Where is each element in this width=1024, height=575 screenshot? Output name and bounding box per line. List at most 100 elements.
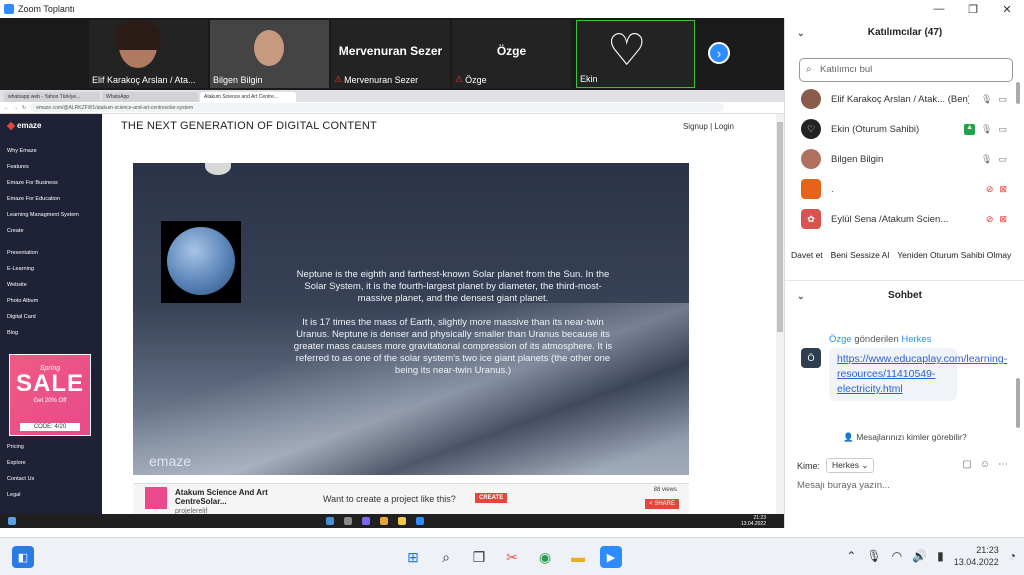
who-can-see-link[interactable]: 👤 Mesajlarınızı kimler görebilir? bbox=[785, 432, 1024, 443]
scrollbar-thumb[interactable] bbox=[777, 122, 783, 332]
nav-item[interactable]: Website bbox=[7, 282, 27, 288]
file-explorer-icon[interactable]: ▬ bbox=[567, 546, 589, 568]
video-tile[interactable]: Elif Karakoç Arslan / Ata... bbox=[89, 20, 208, 88]
file-icon[interactable]: ▢ bbox=[962, 459, 971, 470]
widgets-icon bbox=[8, 517, 16, 525]
chat-scrollbar[interactable] bbox=[1015, 378, 1021, 438]
more-icon[interactable]: ⋯ bbox=[998, 459, 1008, 470]
promo-banner[interactable]: Spring SALE Get 20% Off CODE: 4/20 bbox=[9, 354, 91, 436]
reload-icon[interactable]: ↻ bbox=[22, 105, 26, 111]
nav-item[interactable]: Blog bbox=[7, 330, 18, 336]
next-page-button[interactable]: › bbox=[708, 42, 730, 64]
nav-item[interactable]: Digital Card bbox=[7, 314, 36, 320]
mic-muted-icon[interactable]: ⊘ bbox=[986, 214, 994, 225]
minimize-icon[interactable]: — bbox=[922, 0, 956, 18]
chat-sender[interactable]: Özge bbox=[829, 334, 852, 345]
mic-icon[interactable]: 🎙 bbox=[981, 94, 992, 105]
mic-icon[interactable]: 🎙 bbox=[981, 154, 992, 165]
chrome-icon[interactable]: ◉ bbox=[534, 546, 556, 568]
presentation-slide[interactable]: Neptune is the eighth and farthest-known… bbox=[133, 163, 689, 475]
participant-name: . bbox=[831, 183, 834, 195]
snipping-tool-icon[interactable]: ✂ bbox=[501, 546, 523, 568]
participant-row[interactable]: Elif Karakoç Arslan / Atak... (Ben) 🎙 ▭ bbox=[801, 84, 1011, 114]
chevron-up-icon[interactable]: ⌃ bbox=[846, 549, 856, 563]
nav-item[interactable]: Why Emaze bbox=[7, 148, 37, 154]
mic-icon[interactable]: 🎙 bbox=[981, 124, 992, 135]
scrollbar-thumb[interactable] bbox=[1016, 82, 1020, 104]
nav-item[interactable]: Emaze For Education bbox=[7, 196, 60, 202]
share-button[interactable]: < SHARE bbox=[645, 499, 679, 509]
nav-item[interactable]: Learning Managment System bbox=[7, 212, 79, 218]
nav-item[interactable]: Create bbox=[7, 228, 24, 234]
microphone-icon[interactable]: 🎙 bbox=[866, 549, 881, 563]
search-icon[interactable]: ⌕ bbox=[435, 546, 457, 568]
signup-link[interactable]: Signup bbox=[683, 122, 708, 131]
address-bar: ← → ↻ emaze.com/@ALRKZFW1/atakum-science-a… bbox=[0, 102, 784, 114]
close-icon[interactable]: ✕ bbox=[990, 0, 1024, 18]
system-clock[interactable]: 21:23 13.04.2022 bbox=[954, 544, 999, 568]
chat-header[interactable]: ⌄ Sohbet bbox=[785, 280, 1024, 310]
emaze-sidebar: emaze Why Emaze Features Emaze For Busin… bbox=[0, 114, 102, 514]
chevron-down-icon[interactable]: ⌄ bbox=[797, 281, 805, 311]
neptune-image-frame bbox=[161, 221, 241, 303]
volume-icon[interactable]: 🔊 bbox=[912, 549, 927, 563]
video-tile-active[interactable]: ♡ Ekin bbox=[576, 20, 695, 88]
video-off-icon[interactable]: ⊠ bbox=[999, 184, 1007, 195]
zoom-app-icon[interactable]: ▶ bbox=[600, 546, 622, 568]
reclaim-host-button[interactable]: Yeniden Oturum Sahibi Olmay bbox=[895, 248, 1013, 268]
nav-item[interactable]: Photo Album bbox=[7, 298, 38, 304]
emoji-icon[interactable]: ☺ bbox=[980, 459, 990, 470]
participants-header[interactable]: ⌄ Katılımcılar (47) bbox=[785, 18, 1024, 48]
nav-item[interactable]: Explore bbox=[7, 460, 26, 466]
task-view-icon[interactable]: ❐ bbox=[468, 546, 490, 568]
chat-link[interactable]: https://www.educaplay.com/learning-resou… bbox=[829, 348, 1007, 401]
url-field[interactable]: emaze.com/@ALRKZFW1/atakum-science-and-a… bbox=[30, 103, 724, 112]
nav-item[interactable]: Pricing bbox=[7, 444, 24, 450]
video-off-icon[interactable]: ⊠ bbox=[999, 214, 1007, 225]
emaze-logo[interactable]: emaze bbox=[6, 121, 41, 130]
scrollbar-thumb[interactable] bbox=[1016, 378, 1020, 428]
nav-item[interactable]: Emaze For Business bbox=[7, 180, 58, 186]
page-scrollbar[interactable] bbox=[776, 114, 784, 514]
login-link[interactable]: Login bbox=[714, 122, 734, 131]
video-icon[interactable]: ▭ bbox=[998, 94, 1007, 105]
create-button[interactable]: CREATE bbox=[475, 493, 508, 503]
maximize-icon[interactable]: ❐ bbox=[956, 0, 990, 18]
forward-icon[interactable]: → bbox=[13, 105, 18, 111]
notification-icon[interactable]: ◔ bbox=[1009, 549, 1016, 563]
participant-row[interactable]: ✿ Eylül Sena /Atakum Scien... ⊘ ⊠ bbox=[801, 204, 1011, 234]
video-icon[interactable]: ▭ bbox=[998, 154, 1007, 165]
start-icon[interactable]: ⊞ bbox=[402, 546, 424, 568]
nav-item[interactable]: Features bbox=[7, 164, 29, 170]
wifi-icon[interactable]: ◠ bbox=[892, 549, 902, 563]
nav-item[interactable]: E-Learning bbox=[7, 266, 34, 272]
chevron-down-icon[interactable]: ⌄ bbox=[797, 18, 805, 48]
mute-me-button[interactable]: Beni Sessize Al bbox=[829, 248, 892, 268]
participant-row[interactable]: . ⊘ ⊠ bbox=[801, 174, 1011, 204]
author-avatar[interactable] bbox=[145, 487, 167, 509]
back-icon[interactable]: ← bbox=[4, 105, 9, 111]
nav-item[interactable]: Legal bbox=[7, 492, 20, 498]
chat-input[interactable]: Mesajı buraya yazın... bbox=[797, 480, 890, 491]
video-tile[interactable]: Bilgen Bilgin bbox=[210, 20, 329, 88]
video-icon[interactable]: ▭ bbox=[998, 124, 1007, 135]
video-tile[interactable]: Özge ⚠ Özge bbox=[452, 20, 571, 88]
browser-tab-active[interactable]: Atakum Science and Art Centre... bbox=[200, 92, 296, 102]
battery-icon[interactable]: ▮ bbox=[937, 549, 944, 563]
browser-tab[interactable]: whatsapp web - Yahoo Türkiye... bbox=[4, 92, 100, 102]
participant-row[interactable]: Bilgen Bilgin 🎙 ▭ bbox=[801, 144, 1011, 174]
chrome-icon bbox=[380, 517, 388, 525]
widgets-icon[interactable]: ◧ bbox=[12, 546, 34, 568]
nav-item[interactable]: Presentation bbox=[7, 250, 38, 256]
participant-search-input[interactable]: ⌕ Katılımcı bul bbox=[799, 58, 1013, 82]
participants-scrollbar[interactable] bbox=[1015, 82, 1021, 242]
recipient-dropdown[interactable]: Herkes ⌄ bbox=[826, 458, 875, 473]
video-tile[interactable]: Mervenuran Sezer ⚠ Mervenuran Sezer bbox=[331, 20, 450, 88]
nav-item[interactable]: Contact Us bbox=[7, 476, 34, 482]
teams-icon bbox=[362, 517, 370, 525]
browser-tab[interactable]: WhatsApp bbox=[102, 92, 198, 102]
participant-name: Elif Karakoç Arslan / Atak... (Ben) bbox=[831, 93, 969, 105]
mic-muted-icon[interactable]: ⊘ bbox=[986, 184, 994, 195]
participant-row[interactable]: ♡ Ekin (Oturum Sahibi) ▲ 🎙 ▭ bbox=[801, 114, 1011, 144]
invite-button[interactable]: Davet et bbox=[789, 248, 825, 268]
